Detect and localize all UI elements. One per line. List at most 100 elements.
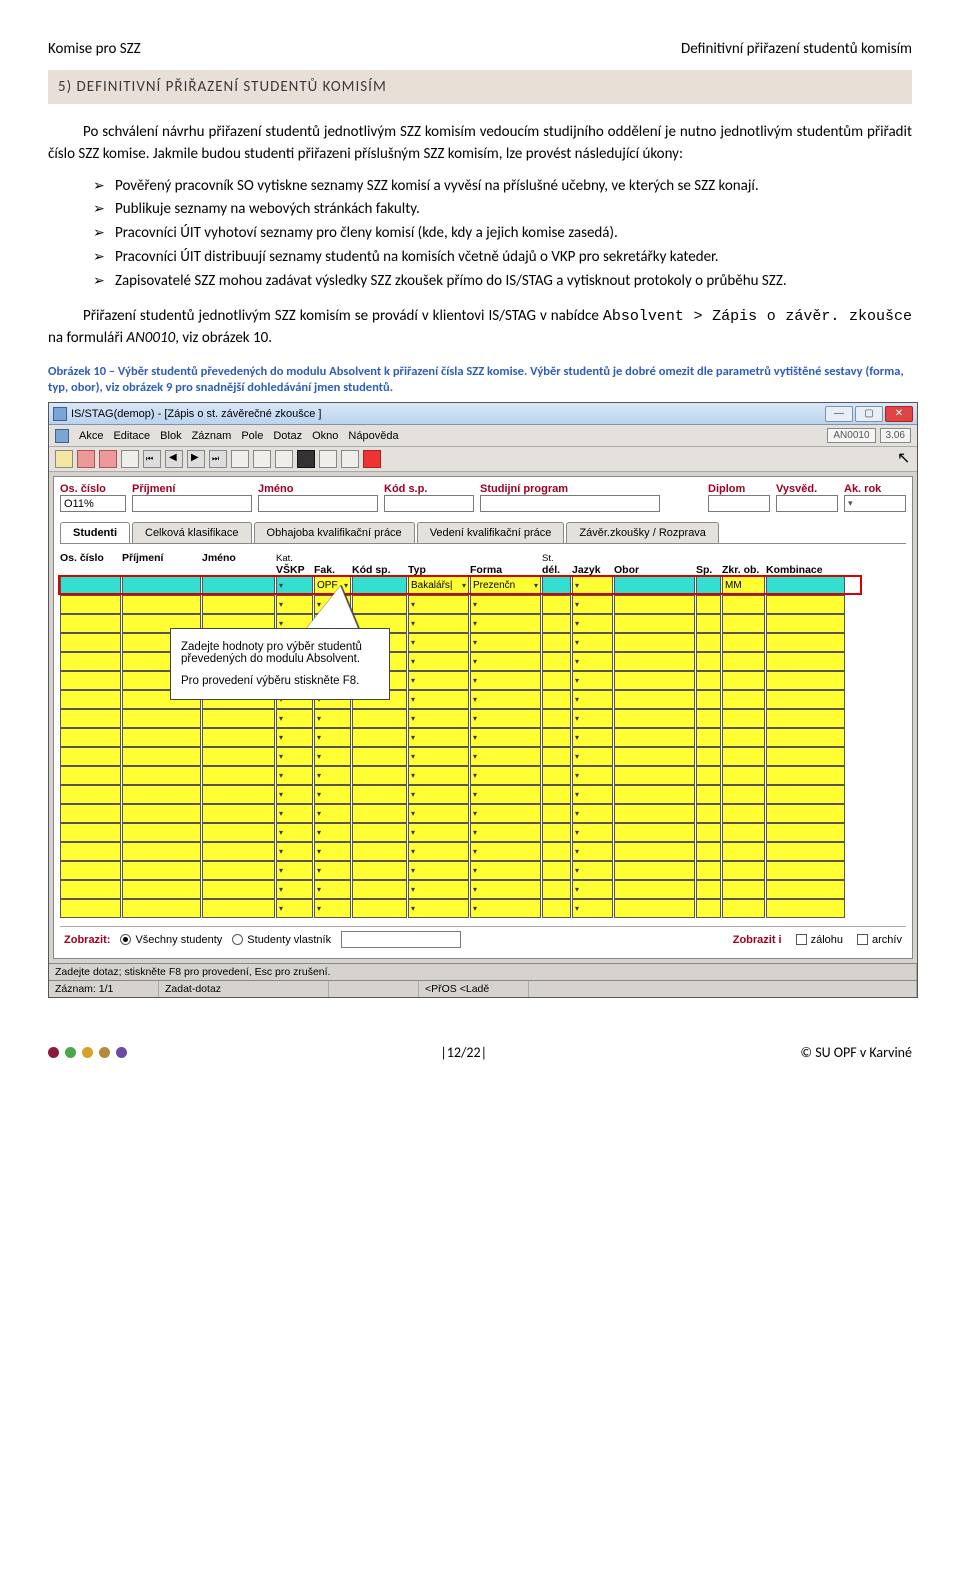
grid-cell[interactable] xyxy=(572,880,613,899)
grid-cell[interactable] xyxy=(696,709,721,728)
grid-cell[interactable] xyxy=(202,766,275,785)
grid-cell[interactable] xyxy=(408,804,469,823)
grid-cell[interactable] xyxy=(470,747,541,766)
grid-cell[interactable] xyxy=(542,899,571,918)
menu-item[interactable]: Blok xyxy=(160,430,181,442)
grid-cell[interactable] xyxy=(572,614,613,633)
grid-cell[interactable] xyxy=(572,728,613,747)
grid-cell[interactable] xyxy=(470,595,541,614)
grid-cell[interactable] xyxy=(314,899,351,918)
grid-cell[interactable] xyxy=(614,671,695,690)
grid-cell[interactable]: Prezenčn xyxy=(470,576,541,595)
grid-cell[interactable] xyxy=(202,899,275,918)
grid-cell[interactable] xyxy=(542,595,571,614)
tab-klasifikace[interactable]: Celková klasifikace xyxy=(132,522,252,543)
grid-cell[interactable] xyxy=(352,880,407,899)
grid-cell[interactable] xyxy=(542,614,571,633)
grid-cell[interactable] xyxy=(314,785,351,804)
grid-cell[interactable] xyxy=(122,595,201,614)
grid-cell[interactable] xyxy=(202,842,275,861)
grid-cell[interactable] xyxy=(202,785,275,804)
grid-cell[interactable] xyxy=(722,728,765,747)
grid-cell[interactable] xyxy=(408,728,469,747)
grid-cell[interactable] xyxy=(470,804,541,823)
grid-cell[interactable] xyxy=(614,861,695,880)
grid-cell[interactable] xyxy=(696,880,721,899)
grid-cell[interactable] xyxy=(614,785,695,804)
grid-cell[interactable] xyxy=(470,633,541,652)
grid-cell[interactable] xyxy=(314,728,351,747)
grid-cell[interactable] xyxy=(122,709,201,728)
grid-cell[interactable] xyxy=(314,804,351,823)
grid-cell[interactable] xyxy=(696,766,721,785)
grid-cell[interactable] xyxy=(60,861,121,880)
grid-cell[interactable] xyxy=(542,652,571,671)
grid-row[interactable] xyxy=(60,766,906,785)
grid-cell[interactable] xyxy=(276,595,313,614)
grid-cell[interactable] xyxy=(122,861,201,880)
grid-cell[interactable] xyxy=(722,899,765,918)
grid-cell[interactable] xyxy=(722,823,765,842)
toolbar-btn[interactable] xyxy=(231,450,249,468)
next-record-icon[interactable] xyxy=(187,450,205,468)
grid-cell[interactable] xyxy=(722,652,765,671)
grid-cell[interactable] xyxy=(470,842,541,861)
grid-cell[interactable] xyxy=(766,690,845,709)
grid-cell[interactable] xyxy=(572,595,613,614)
toolbar-btn[interactable] xyxy=(297,450,315,468)
grid-cell[interactable] xyxy=(696,842,721,861)
grid-cell[interactable] xyxy=(614,614,695,633)
grid-cell[interactable] xyxy=(696,614,721,633)
grid-cell[interactable] xyxy=(722,861,765,880)
grid-cell[interactable] xyxy=(766,633,845,652)
grid-cell[interactable] xyxy=(766,861,845,880)
grid-cell[interactable] xyxy=(614,633,695,652)
grid-cell[interactable] xyxy=(722,671,765,690)
grid-row[interactable] xyxy=(60,747,906,766)
grid-row[interactable] xyxy=(60,842,906,861)
grid-row[interactable] xyxy=(60,595,906,614)
grid-cell[interactable] xyxy=(766,728,845,747)
grid-cell[interactable] xyxy=(696,728,721,747)
radio-own[interactable]: Studenty vlastník xyxy=(232,934,331,946)
grid-cell[interactable] xyxy=(122,899,201,918)
undo-icon[interactable] xyxy=(77,450,95,468)
grid-cell[interactable] xyxy=(276,728,313,747)
grid-cell[interactable] xyxy=(696,652,721,671)
grid-cell[interactable]: MM xyxy=(722,576,765,595)
grid-cell[interactable] xyxy=(60,728,121,747)
menu-item[interactable]: Akce xyxy=(79,430,103,442)
tab-zaver[interactable]: Závěr.zkoušky / Rozprava xyxy=(566,522,719,543)
grid-cell[interactable] xyxy=(60,614,121,633)
grid-cell[interactable] xyxy=(202,747,275,766)
grid-cell[interactable] xyxy=(352,785,407,804)
grid-cell[interactable] xyxy=(352,823,407,842)
grid-cell[interactable] xyxy=(614,747,695,766)
grid-cell[interactable] xyxy=(614,823,695,842)
grid-row[interactable] xyxy=(60,899,906,918)
grid-cell[interactable] xyxy=(60,804,121,823)
grid-row[interactable] xyxy=(60,785,906,804)
grid-cell[interactable] xyxy=(766,709,845,728)
grid-cell[interactable] xyxy=(122,842,201,861)
grid-cell[interactable] xyxy=(696,595,721,614)
grid-cell[interactable] xyxy=(542,576,571,595)
input-jmeno[interactable] xyxy=(258,495,378,512)
grid-cell[interactable] xyxy=(352,766,407,785)
grid-cell[interactable] xyxy=(722,804,765,823)
input-vlastnik[interactable] xyxy=(341,931,461,948)
grid-cell[interactable] xyxy=(542,804,571,823)
grid-cell[interactable] xyxy=(542,842,571,861)
grid-cell[interactable] xyxy=(696,861,721,880)
grid-cell[interactable] xyxy=(314,766,351,785)
grid-cell[interactable] xyxy=(60,747,121,766)
grid-cell[interactable] xyxy=(766,880,845,899)
grid-cell[interactable] xyxy=(122,576,201,595)
grid-row[interactable] xyxy=(60,880,906,899)
grid-cell[interactable] xyxy=(276,861,313,880)
maximize-button[interactable]: ▢ xyxy=(855,406,883,422)
grid-cell[interactable] xyxy=(696,633,721,652)
grid-cell[interactable] xyxy=(614,899,695,918)
grid-cell[interactable] xyxy=(314,861,351,880)
minimize-button[interactable]: — xyxy=(825,406,853,422)
